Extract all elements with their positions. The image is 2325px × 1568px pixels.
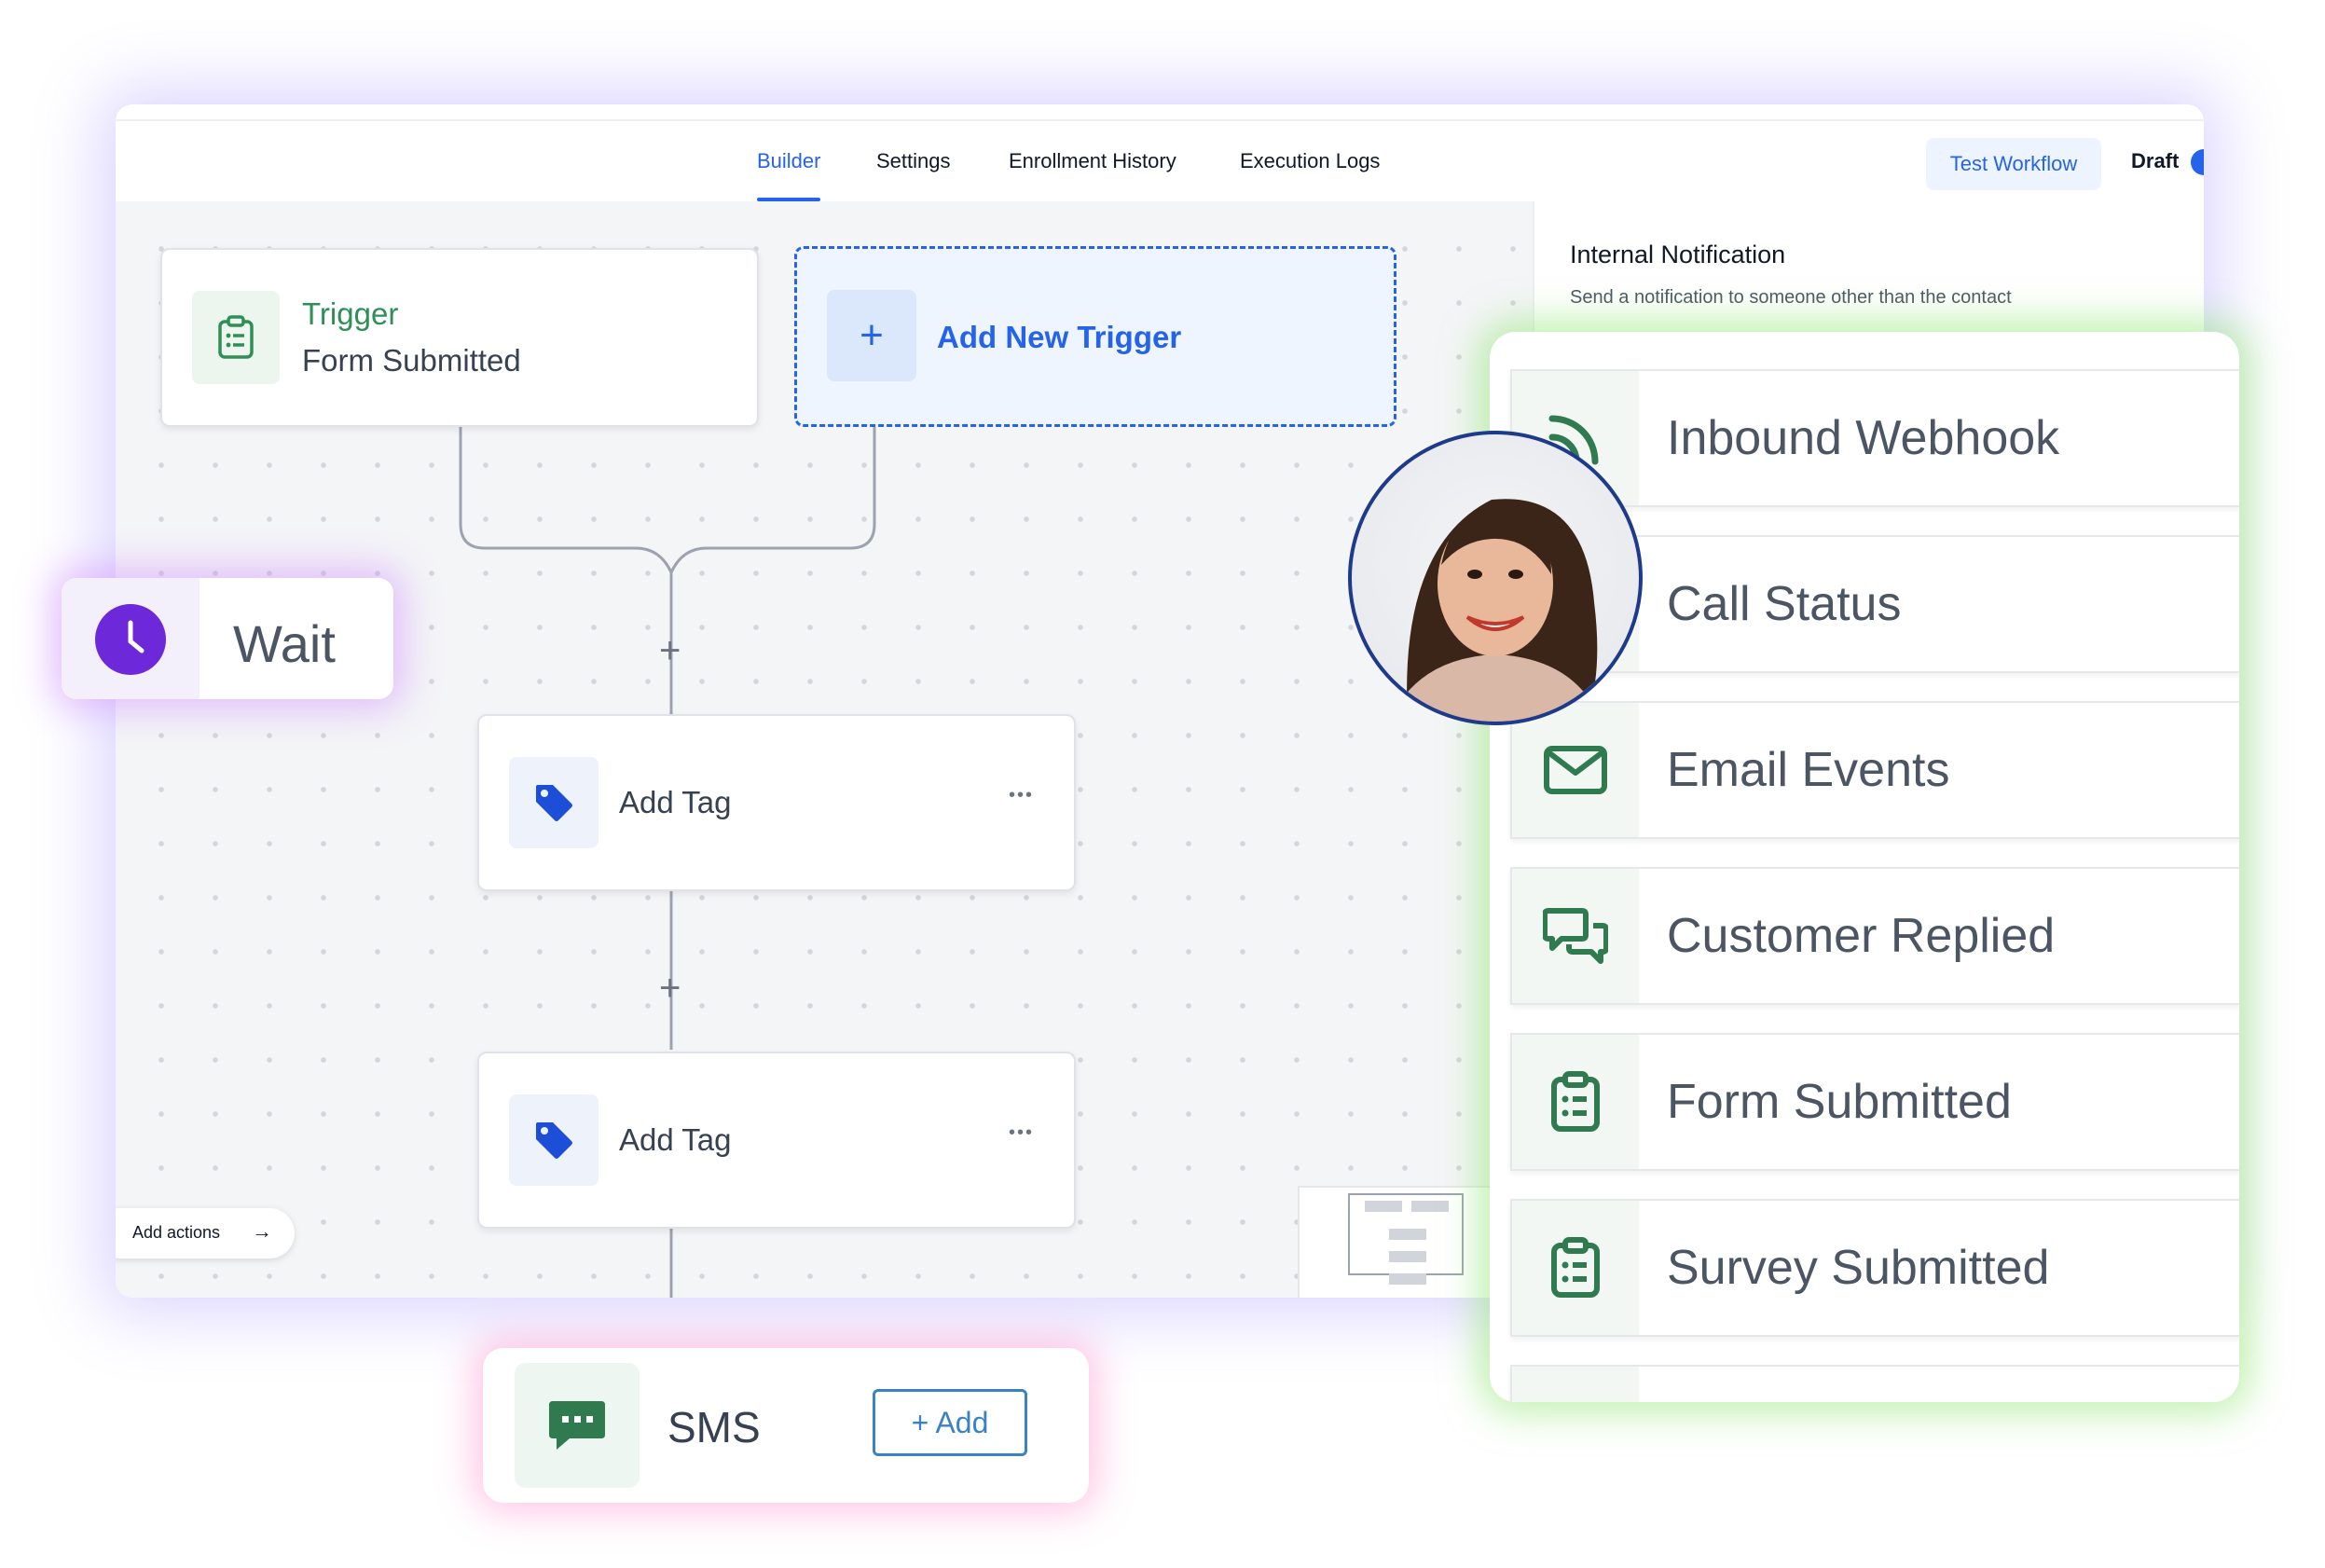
tab-enrollment-history[interactable]: Enrollment History [1009,149,1176,173]
trigger-item-label: Survey Submitted [1667,1241,2050,1295]
add-step-plus-button[interactable]: + [659,632,681,669]
trigger-item-label: Inbound Webhook [1667,411,2060,465]
trigger-item-form-submitted[interactable]: Form Submitted [1510,1033,2239,1171]
chat-icon [1512,869,1639,1003]
action-label: Add Tag [619,785,732,819]
action-node-add-tag[interactable]: Add Tag ••• [477,714,1076,891]
envelope-icon [1512,703,1639,837]
add-step-plus-button[interactable]: + [659,970,681,1007]
trigger-item-inbound-webhook[interactable]: Inbound Webhook [1510,369,2239,507]
side-panel-title: Internal Notification [1570,241,1786,268]
clipboard-icon [1512,1035,1639,1169]
add-actions-label: Add actions [132,1223,221,1242]
user-avatar [1348,431,1643,725]
test-workflow-button[interactable]: Test Workflow [1926,138,2101,190]
add-sms-button[interactable]: + Add [873,1389,1027,1456]
draft-toggle[interactable] [2191,149,2204,175]
arrow-right-icon: → [252,1219,272,1243]
add-new-trigger-button[interactable]: + Add New Trigger [794,246,1396,427]
sms-label: SMS [667,1403,761,1451]
trigger-subtitle: Form Submitted [302,343,521,378]
trigger-item-label: Email Events [1667,743,1950,797]
action-label: Add Tag [619,1122,732,1157]
workflow-canvas[interactable]: + + Trigger Form Submitted + Add New Tri… [116,201,1533,1298]
more-options-icon[interactable]: ••• [1009,1122,1034,1144]
trigger-item-label: Form Submitted [1667,1075,2012,1129]
wait-icon-area [62,578,199,699]
plus-icon: + [827,290,916,381]
trigger-item-survey-submitted[interactable]: Survey Submitted [1510,1199,2239,1337]
wait-label: Wait [233,614,336,673]
sms-card[interactable]: SMS + Add [483,1348,1089,1503]
trigger-title: Trigger [302,296,399,331]
tag-icon [509,1094,598,1186]
add-new-trigger-label: Add New Trigger [937,320,1182,354]
side-panel-description: Send a notification to someone other tha… [1570,287,2012,308]
clipboard-icon [192,291,280,384]
clipboard-icon [1512,1201,1639,1335]
clock-icon [95,604,166,675]
top-nav-bar: Builder Settings Enrollment History Exec… [116,119,2204,203]
tab-builder[interactable]: Builder [757,149,821,201]
more-options-icon[interactable]: ••• [1009,785,1034,806]
wait-card[interactable]: Wait [62,578,393,699]
tab-execution-logs[interactable]: Execution Logs [1240,149,1380,173]
trigger-item-partial[interactable] [1510,1365,2239,1402]
trigger-item-label: Call Status [1667,577,1902,631]
message-icon [515,1363,640,1488]
action-node-add-tag[interactable]: Add Tag ••• [477,1052,1076,1229]
trigger-item-customer-replied[interactable]: Customer Replied [1510,867,2239,1005]
trigger-item-email-events[interactable]: Email Events [1510,701,2239,839]
trigger-node[interactable]: Trigger Form Submitted [160,248,759,427]
draft-label: Draft [2131,149,2180,172]
add-actions-button[interactable]: Add actions → [116,1208,295,1259]
tag-icon [509,757,598,848]
trigger-item-label: Customer Replied [1667,909,2056,963]
tab-settings[interactable]: Settings [876,149,951,173]
